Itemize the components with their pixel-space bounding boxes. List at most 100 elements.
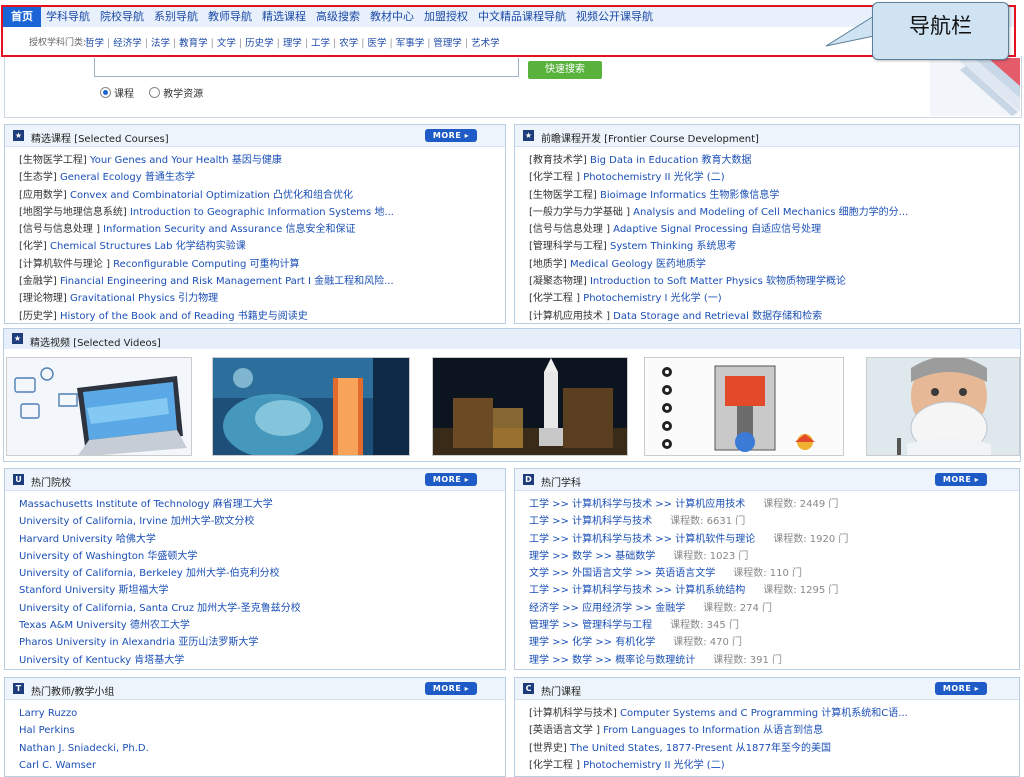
subject-link[interactable]: 管理学 >> 管理科学与工程 课程数: 345 门 [529,617,1013,634]
radio-course[interactable] [100,87,111,98]
subject-path[interactable]: 理学 >> 数学 >> 概率论与数理统计 [529,655,695,666]
course-link[interactable]: [凝聚态物理] Introduction to Soft Matter Phys… [529,273,1013,290]
video-thumbnail-computer[interactable] [6,357,192,456]
list-item-link[interactable]: University of Washington 华盛顿大学 [19,548,499,565]
course-title[interactable]: Data Storage and Retrieval 数据存储和检索 [613,311,822,322]
course-title[interactable]: General Ecology 普通生态学 [60,172,195,183]
video-thumbnail-engine[interactable] [644,357,844,456]
video-thumbnail-doctor[interactable] [866,357,1020,456]
course-title[interactable]: From Languages to Information 从语言到信息 [603,725,823,736]
rocket-illustration [433,358,627,455]
course-link[interactable]: [化学] Chemical Structures Lab 化学结构实验课 [19,238,499,255]
course-title[interactable]: Photochemistry II 光化学 (二) [583,760,724,771]
course-link[interactable]: [理论物理] Gravitational Physics 引力物理 [19,290,499,307]
course-title[interactable]: Bioimage Informatics 生物影像信息学 [600,190,779,201]
subject-path[interactable]: 工学 >> 计算机科学与技术 >> 计算机系统结构 [529,585,745,596]
quick-search-button[interactable]: 快速搜索 [528,61,602,79]
course-title[interactable]: Adaptive Signal Processing 自适应信号处理 [613,224,821,235]
course-link[interactable]: [管理科学与工程] System Thinking 系统思考 [529,238,1013,255]
list-item-link[interactable]: Nathan J. Sniadecki, Ph.D. [19,740,499,757]
course-title[interactable]: History of the Book and of Reading 书籍史与阅… [60,311,308,322]
list-item-link[interactable]: Stanford University 斯坦福大学 [19,582,499,599]
course-link[interactable]: [生物医学工程] Bioimage Informatics 生物影像信息学 [529,187,1013,204]
course-link[interactable]: [化学工程 ] Photochemistry II 光化学 (二) [529,757,1013,774]
subject-path[interactable]: 理学 >> 数学 >> 基础数学 [529,551,655,562]
course-link[interactable]: [一般力学与力学基础 ] Analysis and Modeling of Ce… [529,204,1013,221]
list-item-link[interactable]: Carl C. Wamser [19,757,499,774]
course-link[interactable]: [地质学] Medical Geology 医药地质学 [529,256,1013,273]
subject-path[interactable]: 文学 >> 外国语言文学 >> 英语语言文学 [529,568,715,579]
subject-link[interactable]: 工学 >> 计算机科学与技术 课程数: 6631 门 [529,513,1013,530]
course-title[interactable]: System Thinking 系统思考 [610,241,736,252]
radio-teaching-resources[interactable] [149,87,161,98]
video-thumbnail-rocket[interactable] [432,357,628,456]
course-title[interactable]: Financial Engineering and Risk Managemen… [60,276,394,287]
subject-path[interactable]: 管理学 >> 管理科学与工程 [529,620,652,631]
video-thumbnail-chemistry[interactable] [212,357,410,456]
course-title[interactable]: Analysis and Modeling of Cell Mechanics … [633,207,908,218]
star-icon: ★ [523,130,534,141]
course-title[interactable]: Gravitational Physics 引力物理 [70,293,218,304]
list-item-link[interactable]: Massachusetts Institute of Technology 麻省… [19,496,499,513]
hot-subjects-more-button[interactable]: MORE ▸ [935,473,987,486]
list-item-link[interactable]: University of California, Berkeley 加州大学-… [19,565,499,582]
course-title[interactable]: Medical Geology 医药地质学 [570,259,706,270]
selected-courses-more-button[interactable]: MORE ▸ [425,129,477,142]
subject-link[interactable]: 经济学 >> 应用经济学 >> 金融学 课程数: 274 门 [529,600,1013,617]
subject-path[interactable]: 理学 >> 化学 >> 有机化学 [529,637,655,648]
course-title[interactable]: Photochemistry II 光化学 (二) [583,172,724,183]
course-link[interactable]: [信号与信息处理 ] Information Security and Assu… [19,221,499,238]
subject-link[interactable]: 文学 >> 外国语言文学 >> 英语语言文学 课程数: 110 门 [529,565,1013,582]
course-link[interactable]: [世界史] The United States, 1877-Present 从1… [529,740,1013,757]
course-link[interactable]: [信号与信息处理 ] Adaptive Signal Processing 自适… [529,221,1013,238]
course-link[interactable]: [历史学] History of the Book and of Reading… [19,308,499,325]
course-link[interactable]: [化学工程 ] Photochemistry II 光化学 (二) [529,169,1013,186]
course-title[interactable]: Your Genes and Your Health 基因与健康 [90,155,282,166]
course-title[interactable]: Chemical Structures Lab 化学结构实验课 [50,241,246,252]
course-link[interactable]: [计算机应用技术 ] Data Storage and Retrieval 数据… [529,308,1013,325]
navigation-callout: 导航栏 [872,2,1009,60]
list-item-link[interactable]: Hal Perkins [19,722,499,739]
list-item-link[interactable]: University of California, Irvine 加州大学-欧文… [19,513,499,530]
course-title[interactable]: Big Data in Education 教育大数据 [590,155,751,166]
course-link[interactable]: [应用数学] Convex and Combinatorial Optimiza… [19,187,499,204]
course-title[interactable]: Reconfigurable Computing 可重构计算 [113,259,299,270]
subject-link[interactable]: 工学 >> 计算机科学与技术 >> 计算机软件与理论 课程数: 1920 门 [529,531,1013,548]
subject-path[interactable]: 经济学 >> 应用经济学 >> 金融学 [529,603,685,614]
subject-link[interactable]: 工学 >> 计算机科学与技术 >> 计算机系统结构 课程数: 1295 门 [529,582,1013,599]
list-item-link[interactable]: Pharos University in Alexandria 亚历山法罗斯大学 [19,634,499,651]
course-title[interactable]: Photochemistry I 光化学 (一) [583,293,721,304]
hot-teachers-more-button[interactable]: MORE ▸ [425,682,477,695]
subject-path[interactable]: 工学 >> 计算机科学与技术 [529,516,652,527]
course-link[interactable]: [金融学] Financial Engineering and Risk Man… [19,273,499,290]
course-title[interactable]: Computer Systems and C Programming 计算机系统… [620,708,908,719]
hot-universities-more-button[interactable]: MORE ▸ [425,473,477,486]
list-item-link[interactable]: Texas A&M University 德州农工大学 [19,617,499,634]
course-link[interactable]: [教育技术学] Big Data in Education 教育大数据 [529,152,1013,169]
course-link[interactable]: [计算机软件与理论 ] Reconfigurable Computing 可重构… [19,256,499,273]
course-title[interactable]: Information Security and Assurance 信息安全和… [103,224,355,235]
hot-courses-more-button[interactable]: MORE ▸ [935,682,987,695]
course-link[interactable]: [计算机科学与技术] Computer Systems and C Progra… [529,705,1013,722]
subject-link[interactable]: 理学 >> 数学 >> 基础数学 课程数: 1023 门 [529,548,1013,565]
list-item-link[interactable]: University of Kentucky 肯塔基大学 [19,652,499,669]
course-title[interactable]: Convex and Combinatorial Optimization 凸优… [70,190,353,201]
search-input[interactable] [94,58,519,77]
list-item-link[interactable]: Larry Ruzzo [19,705,499,722]
list-item-link[interactable]: Harvard University 哈佛大学 [19,531,499,548]
course-link[interactable]: [地图学与地理信息系统] Introduction to Geographic … [19,204,499,221]
course-title[interactable]: Introduction to Geographic Information S… [130,207,394,218]
course-link[interactable]: [生物医学工程] Your Genes and Your Health 基因与健… [19,152,499,169]
computer-illustration [7,358,191,455]
subject-path[interactable]: 工学 >> 计算机科学与技术 >> 计算机应用技术 [529,499,745,510]
subject-link[interactable]: 工学 >> 计算机科学与技术 >> 计算机应用技术 课程数: 2449 门 [529,496,1013,513]
course-title[interactable]: The United States, 1877-Present 从1877年至今… [570,743,831,754]
subject-link[interactable]: 理学 >> 数学 >> 概率论与数理统计 课程数: 391 门 [529,652,1013,669]
course-link[interactable]: [化学工程 ] Photochemistry I 光化学 (一) [529,290,1013,307]
list-item-link[interactable]: University of California, Santa Cruz 加州大… [19,600,499,617]
subject-link[interactable]: 理学 >> 化学 >> 有机化学 课程数: 470 门 [529,634,1013,651]
course-link[interactable]: [英语语言文学 ] From Languages to Information … [529,722,1013,739]
subject-path[interactable]: 工学 >> 计算机科学与技术 >> 计算机软件与理论 [529,534,755,545]
course-link[interactable]: [生态学] General Ecology 普通生态学 [19,169,499,186]
course-title[interactable]: Introduction to Soft Matter Physics 软物质物… [590,276,846,287]
